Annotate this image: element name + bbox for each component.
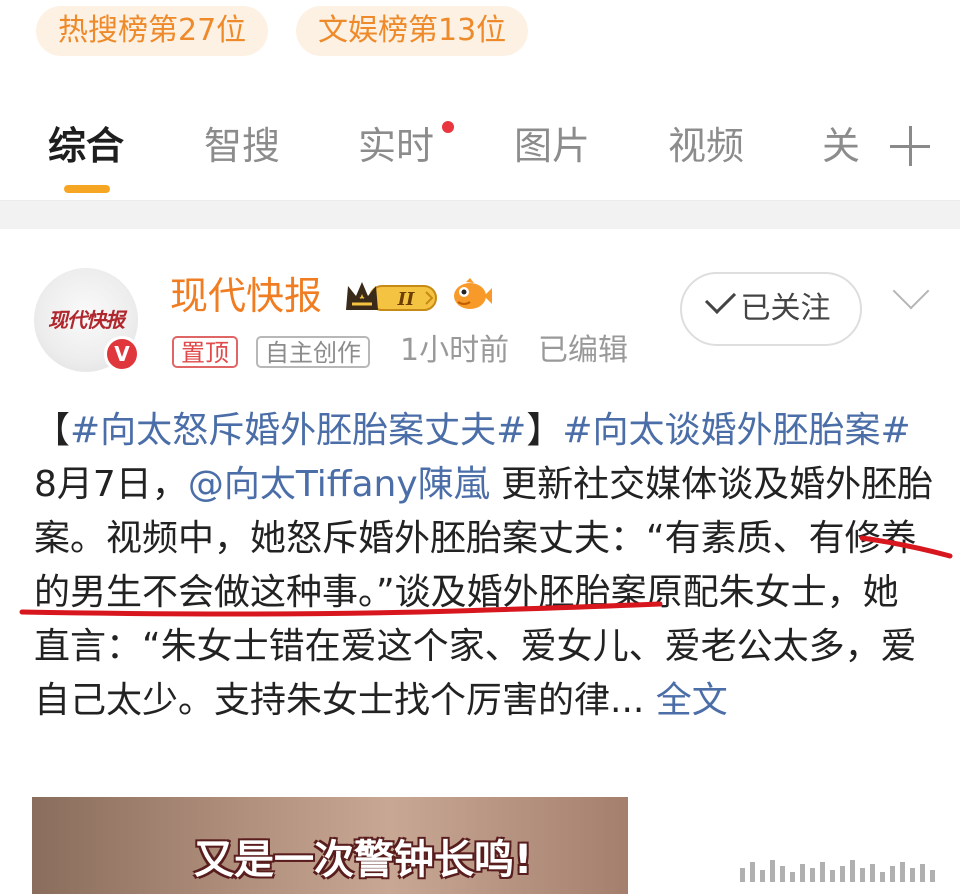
post-image[interactable]: 又是一次警钟长鸣! bbox=[32, 797, 628, 894]
tab-comprehensive[interactable]: 综合 bbox=[48, 122, 124, 170]
section-divider bbox=[0, 200, 960, 229]
verified-badge: V bbox=[104, 336, 140, 372]
watermark-icon bbox=[740, 860, 935, 882]
chevron-down-icon[interactable] bbox=[892, 272, 930, 310]
post-text: 【#向太怒斥婚外胚胎案丈夫#】#向太谈婚外胚胎案# 8月7日，@向太Tiffan… bbox=[34, 410, 934, 721]
tab-follow[interactable]: 关 bbox=[822, 122, 860, 170]
pinned-tag: 置顶 bbox=[172, 336, 238, 368]
entertainment-chip[interactable]: 文娱榜第13位 bbox=[296, 6, 529, 56]
realtime-notification-dot bbox=[442, 121, 454, 133]
original-content-tag: 自主创作 bbox=[256, 336, 370, 368]
avatar-logo: 现代快报 bbox=[48, 308, 125, 332]
plus-icon[interactable] bbox=[890, 126, 930, 166]
edited-label[interactable]: 已编辑 bbox=[538, 330, 628, 372]
author-name[interactable]: 现代快报 bbox=[170, 272, 322, 320]
follow-button[interactable]: 已关注 bbox=[680, 272, 862, 346]
tab-smart-search[interactable]: 智搜 bbox=[204, 122, 280, 170]
hot-search-chip[interactable]: 热搜榜第27位 bbox=[36, 6, 269, 56]
tab-images[interactable]: 图片 bbox=[514, 122, 590, 170]
active-tab-indicator bbox=[64, 185, 110, 193]
fish-icon bbox=[454, 278, 492, 309]
tab-videos[interactable]: 视频 bbox=[668, 122, 744, 170]
hashtag-link[interactable]: #向太谈婚外胚胎案# bbox=[562, 410, 910, 451]
mention-link[interactable]: @向太Tiffany陳嵐 bbox=[188, 464, 490, 505]
image-caption: 又是一次警钟长鸣! bbox=[194, 837, 533, 883]
tab-realtime[interactable]: 实时 bbox=[358, 122, 434, 170]
svg-text:II: II bbox=[397, 289, 415, 310]
check-icon bbox=[704, 282, 736, 315]
full-text-link[interactable]: 全文 bbox=[656, 680, 728, 721]
crown-badge: II bbox=[346, 282, 437, 311]
follow-label: 已关注 bbox=[740, 291, 831, 326]
hashtag-link[interactable]: #向太怒斥婚外胚胎案丈夫# bbox=[70, 410, 526, 451]
post-time: 1小时前 bbox=[400, 333, 510, 368]
